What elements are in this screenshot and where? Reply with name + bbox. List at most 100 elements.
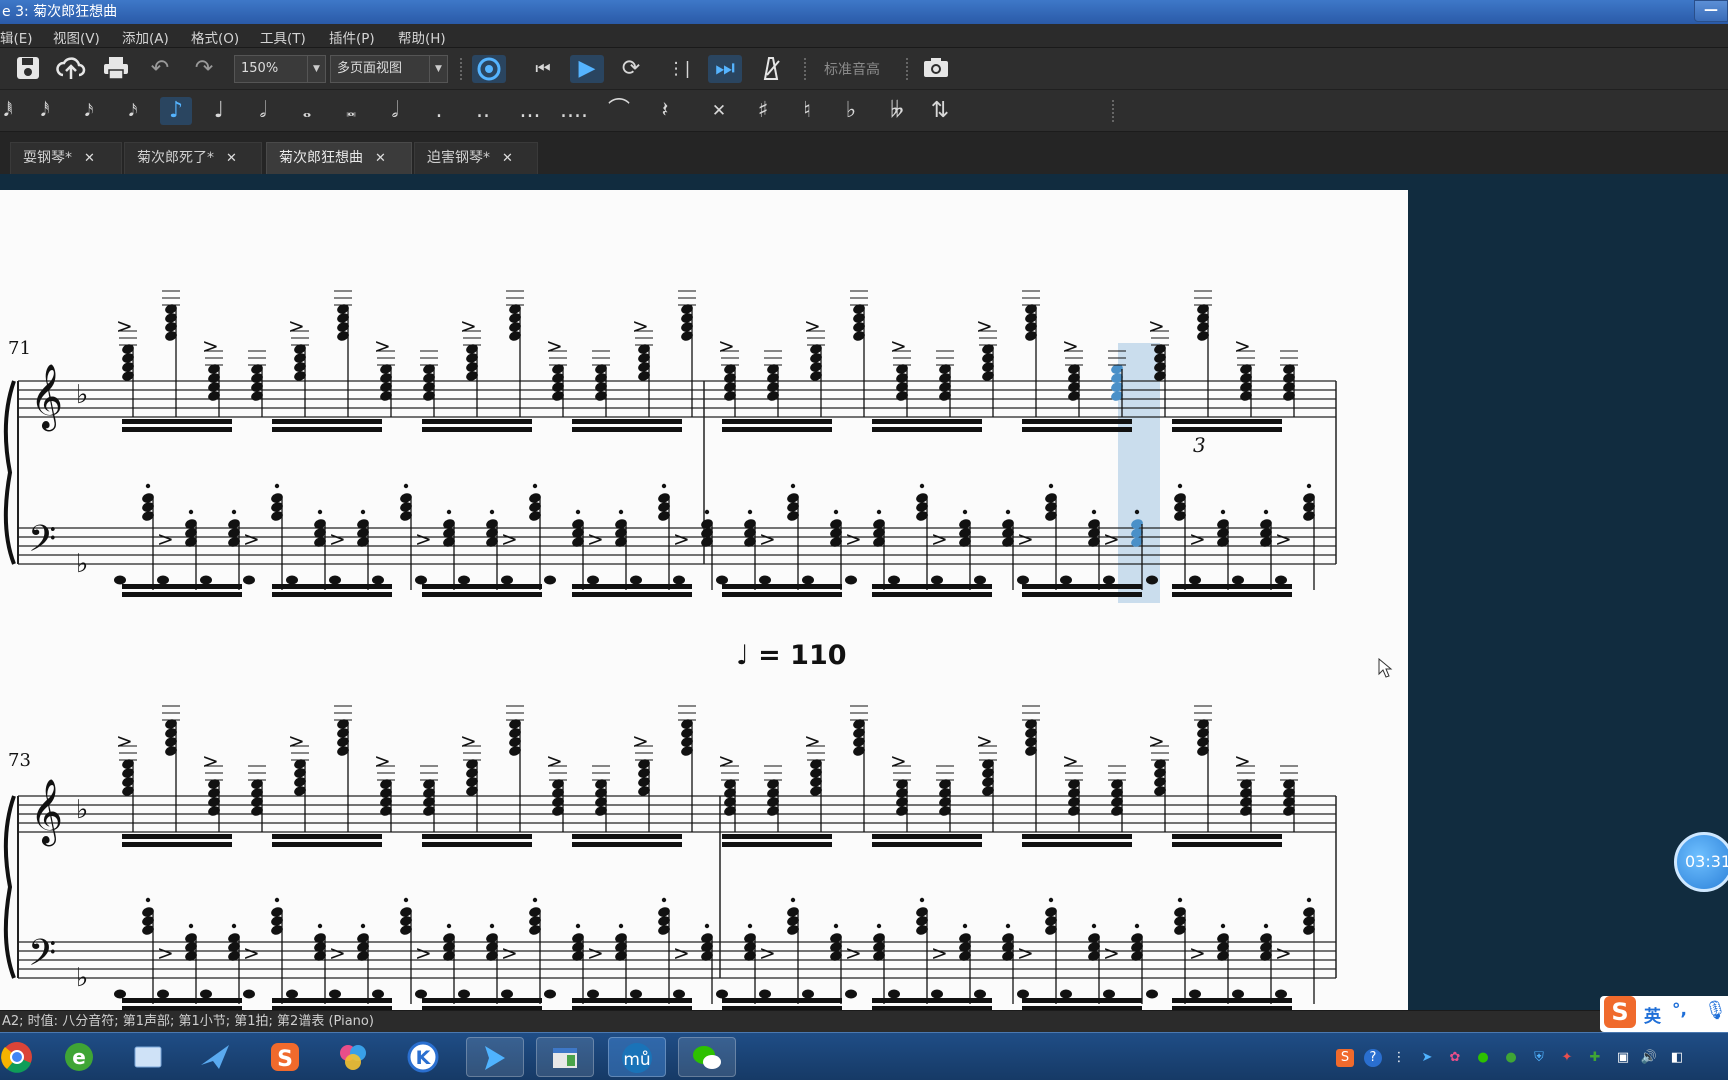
plus-tray-icon[interactable]: ✚ xyxy=(1586,1049,1604,1067)
mic-icon[interactable]: 🎙 xyxy=(1704,1000,1727,1021)
paint-tray-icon[interactable]: ✦ xyxy=(1558,1049,1576,1067)
ime-language-toggle[interactable]: 英 xyxy=(1644,1002,1661,1027)
loop-icon[interactable]: ⟳ xyxy=(616,55,646,83)
minimize-button[interactable]: — xyxy=(1694,0,1728,22)
staccato-dot xyxy=(1048,483,1054,489)
score-page[interactable]: 71 3 ♩ = 110 73 𝄞 𝄢 ♭ ♭ > > > > > > > > > > > > > > > > > > > >… xyxy=(0,190,1408,1010)
tab-score-2[interactable]: 菊次郎死了* ✕ xyxy=(124,142,262,174)
rest-icon[interactable]: 𝄽 xyxy=(650,97,680,125)
16th-note-alt-icon[interactable]: 𝅘𝅥𝅯 xyxy=(118,97,148,125)
score-notation[interactable]: 71 3 ♩ = 110 73 𝄞 𝄢 ♭ ♭ > > > > > > > > > > > > > > > > > > > >… xyxy=(0,190,1408,1010)
zoom-combo[interactable]: 150% ▼ xyxy=(234,55,326,83)
ie-icon[interactable]: e xyxy=(50,1037,108,1077)
close-icon[interactable]: ✕ xyxy=(226,151,237,166)
concert-pitch-toggle[interactable]: 标准音高 xyxy=(824,59,880,79)
volume-icon[interactable]: 🔊 xyxy=(1640,1049,1658,1067)
feishu-icon[interactable] xyxy=(466,1037,524,1077)
ime-toolbar[interactable]: S 英 °, 🎙 xyxy=(1600,996,1728,1032)
musescore-icon[interactable]: mů xyxy=(608,1037,666,1077)
accent: > xyxy=(415,941,432,965)
double-flat-icon[interactable]: 𝄫 xyxy=(880,97,914,125)
help-tray-icon[interactable]: ? xyxy=(1364,1049,1382,1067)
play-icon[interactable]: ▶ xyxy=(570,55,604,83)
shield-icon[interactable]: ⛨ xyxy=(1530,1049,1548,1067)
flip-direction-icon[interactable]: ⇅ xyxy=(924,97,956,125)
longa-icon[interactable]: 𝅗𝅥 xyxy=(380,97,410,125)
natural-icon[interactable]: ♮ xyxy=(792,97,822,125)
taskbar: e S K mů S ? ⋮ ➤ ✿ ● ● ⛨ ✦ ✚ ▣ 🔊 ◧ xyxy=(0,1032,1728,1080)
menu-tools[interactable]: 工具(T) xyxy=(260,27,306,47)
network-tray-icon[interactable]: ⋮ xyxy=(1390,1049,1408,1067)
bird-icon[interactable] xyxy=(186,1037,244,1077)
rewind-icon[interactable]: ⏮ xyxy=(528,55,558,83)
tie-icon[interactable]: ⌒ xyxy=(604,97,634,125)
tab-score-1[interactable]: 耍钢琴* ✕ xyxy=(10,142,122,174)
beam xyxy=(422,842,532,847)
chevron-down-icon: ▼ xyxy=(307,56,325,82)
photos-icon[interactable] xyxy=(324,1037,382,1077)
feishu-tray-icon[interactable]: ➤ xyxy=(1418,1049,1436,1067)
64th-note-icon[interactable]: 𝅘𝅥𝅱 xyxy=(0,97,16,125)
augmentation-dot-icon[interactable]: . xyxy=(424,97,454,125)
chrome-icon[interactable] xyxy=(0,1037,46,1077)
menu-format[interactable]: 格式(O) xyxy=(191,27,239,47)
green-tray-icon[interactable]: ● xyxy=(1502,1049,1520,1067)
quarter-note-icon[interactable]: ♩ xyxy=(204,97,234,125)
view-mode-combo[interactable]: 多页面视图 ▼ xyxy=(330,55,448,83)
treble-clef: 𝄞 xyxy=(30,779,63,846)
display-tray-icon[interactable]: ▣ xyxy=(1614,1049,1632,1067)
tab-score-4[interactable]: 迫害钢琴* ✕ xyxy=(414,142,538,174)
beam xyxy=(872,834,982,839)
k-icon[interactable]: K xyxy=(394,1037,452,1077)
beam xyxy=(1022,842,1132,847)
tempo-marking[interactable]: ♩ = 110 xyxy=(736,640,847,671)
camera-icon[interactable] xyxy=(920,55,952,83)
close-icon[interactable]: ✕ xyxy=(502,151,513,166)
menu-help[interactable]: 帮助(H) xyxy=(398,27,446,47)
breve-icon[interactable]: 𝅜 xyxy=(336,97,366,125)
window-icon[interactable] xyxy=(536,1037,594,1077)
ime-punctuation-toggle[interactable]: °, xyxy=(1672,1000,1687,1020)
half-note-icon[interactable]: 𝅗𝅥 xyxy=(248,97,278,125)
eighth-note-icon[interactable]: ♪ xyxy=(160,97,192,125)
wechat-icon[interactable] xyxy=(678,1037,736,1077)
notehead xyxy=(200,575,212,585)
double-dot-icon[interactable]: .. xyxy=(468,97,498,125)
staccato-dot xyxy=(274,897,280,903)
tab-score-3[interactable]: 菊次郎狂想曲 ✕ xyxy=(266,142,412,174)
whole-note-icon[interactable]: 𝅝 xyxy=(292,97,322,125)
close-icon[interactable]: ✕ xyxy=(375,151,386,166)
32nd-note-icon[interactable]: 𝅘𝅥𝅰 xyxy=(30,97,60,125)
wechat-tray-icon[interactable]: ● xyxy=(1474,1049,1492,1067)
sharp-icon[interactable]: ♯ xyxy=(748,97,778,125)
pan-score-icon[interactable]: ⏭ xyxy=(708,55,742,83)
window-tray-icon[interactable]: ◧ xyxy=(1668,1049,1686,1067)
menu-view[interactable]: 视图(V) xyxy=(53,27,100,47)
metronome-icon[interactable] xyxy=(756,55,786,83)
repeat-toggle-icon[interactable]: ⋮| xyxy=(664,55,694,83)
upload-cloud-icon[interactable] xyxy=(56,55,86,83)
explorer-icon[interactable] xyxy=(118,1037,176,1077)
print-icon[interactable] xyxy=(101,55,131,83)
quadruple-dot-icon[interactable]: .... xyxy=(556,97,592,125)
double-sharp-icon[interactable]: ✕ xyxy=(704,97,734,125)
midi-input-icon[interactable] xyxy=(472,55,506,83)
staccato-dot xyxy=(446,923,452,929)
sogou-icon[interactable]: S xyxy=(256,1037,314,1077)
menu-plugins[interactable]: 插件(P) xyxy=(329,27,375,47)
window-title: e 3: 菊次郎狂想曲 xyxy=(2,4,118,20)
recording-timer[interactable]: 03:31 xyxy=(1674,832,1728,892)
undo-icon[interactable]: ↶ xyxy=(145,55,175,83)
save-icon[interactable] xyxy=(14,55,42,83)
accent: > xyxy=(632,314,649,338)
triple-dot-icon[interactable]: ... xyxy=(514,97,546,125)
16th-note-icon[interactable]: 𝅘𝅥𝅯 xyxy=(74,97,104,125)
flower-tray-icon[interactable]: ✿ xyxy=(1446,1049,1464,1067)
sogou-tray-icon[interactable]: S xyxy=(1336,1049,1354,1067)
menu-add[interactable]: 添加(A) xyxy=(122,27,169,47)
redo-icon[interactable]: ↷ xyxy=(189,55,219,83)
close-icon[interactable]: ✕ xyxy=(84,151,95,166)
notehead xyxy=(1232,989,1244,999)
menu-edit[interactable]: 辑(E) xyxy=(0,27,33,47)
flat-icon[interactable]: ♭ xyxy=(836,97,866,125)
